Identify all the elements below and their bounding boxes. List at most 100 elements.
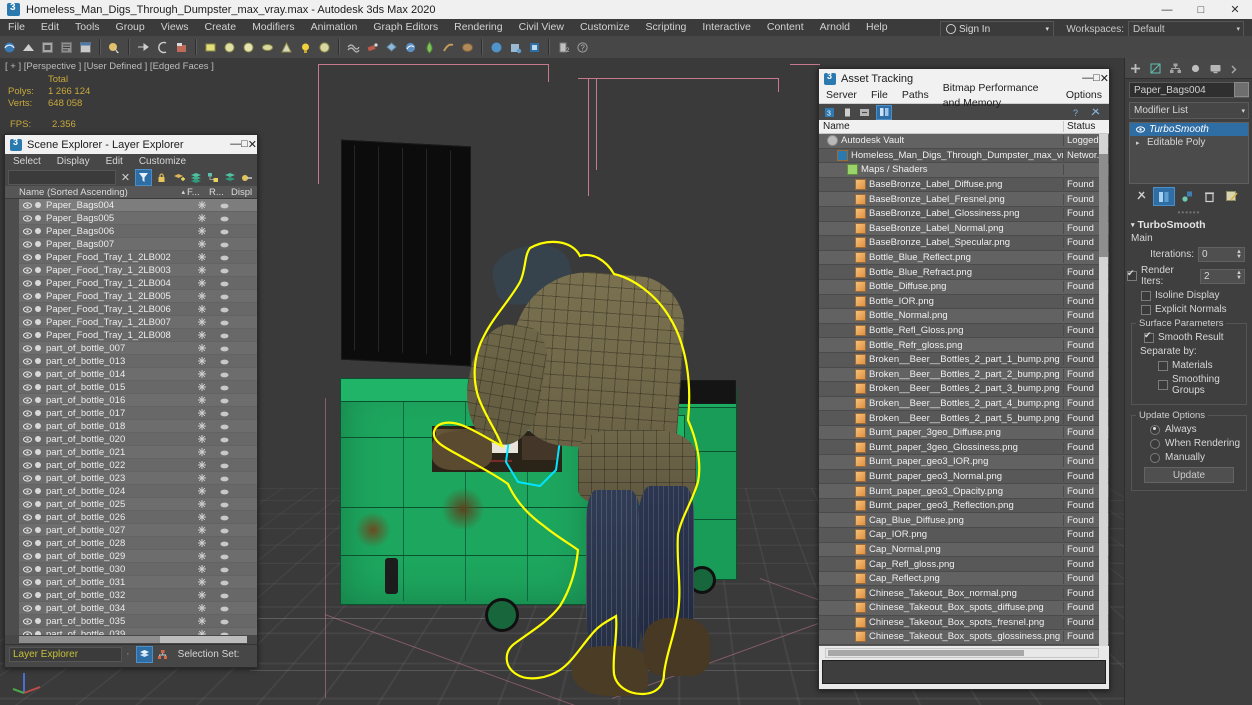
frozen-toggle-icon[interactable] [191,357,213,365]
asset-tracking-horizontal-scrollbar[interactable] [825,648,1099,658]
color-dot-icon[interactable] [35,319,41,325]
eye-icon[interactable] [23,357,32,366]
menu-edit[interactable]: Edit [33,19,67,36]
scene-explorer-row[interactable]: Paper_Food_Tray_1_2LB007 [19,316,257,329]
color-dot-icon[interactable] [35,293,41,299]
scene-explorer-row[interactable]: Paper_Food_Tray_1_2LB006 [19,303,257,316]
eye-icon[interactable] [23,422,32,431]
menu-interactive[interactable]: Interactive [694,19,758,36]
scene-explorer-row[interactable]: part_of_bottle_020 [19,433,257,446]
clear-search-icon[interactable]: ✕ [118,170,133,185]
workspaces-selector[interactable]: Workspaces: Default ▾ [1066,21,1244,37]
render-toggle-icon[interactable] [213,215,235,222]
column-frozen[interactable]: F... [187,187,209,198]
color-dot-icon[interactable] [35,592,41,598]
render-toggle-icon[interactable] [213,592,235,599]
eye-icon[interactable] [23,344,32,353]
smooth-result-row[interactable]: Smooth Result [1136,330,1242,343]
color-dot-icon[interactable] [35,514,41,520]
asset-tracking-row[interactable]: Homeless_Man_Digs_Through_Dumpster_max_v… [819,148,1109,164]
asset-tracking-row[interactable]: Chinese_Takeout_Box_spots_specular.pngFo… [819,644,1109,646]
menu-file[interactable]: File [0,19,33,36]
frozen-toggle-icon[interactable] [191,435,213,443]
at-menu-bitmap-performance[interactable]: Bitmap Performance and Memory [936,81,1059,111]
close-icon[interactable]: ✕ [1100,72,1109,85]
menu-help[interactable]: Help [858,19,896,36]
eye-icon[interactable] [23,201,32,210]
color-dot-icon[interactable] [35,384,41,390]
eye-icon[interactable] [23,240,32,249]
maximize-icon[interactable]: □ [1093,72,1100,85]
maximize-icon[interactable]: □ [1184,0,1218,19]
scene-explorer-row[interactable]: part_of_bottle_007 [19,342,257,355]
asset-tracking-row[interactable]: Bottle_Refl_Gloss.png Found [819,323,1109,339]
frozen-toggle-icon[interactable] [191,266,213,274]
asset-tracking-row[interactable]: Bottle_IOR.png Found [819,294,1109,310]
scene-explorer-row[interactable]: part_of_bottle_030 [19,563,257,576]
scene-explorer-row[interactable]: Paper_Bags005 [19,212,257,225]
asset-tracking-row[interactable]: Broken__Beer__Bottles_2_part_1_bump.png F… [819,352,1109,368]
render-toggle-icon[interactable] [213,280,235,287]
render-iters-checkbox[interactable] [1127,268,1137,281]
render-toggle-icon[interactable] [213,410,235,417]
always-radio[interactable] [1150,424,1160,435]
eye-icon[interactable] [23,253,32,262]
asset-tracking-row[interactable]: Chinese_Takeout_Box_spots_diffuse.png Fou… [819,601,1109,616]
color-dot-icon[interactable] [35,475,41,481]
frozen-toggle-icon[interactable] [191,591,213,599]
layers-icon[interactable] [188,170,203,185]
sort-layers-icon[interactable] [222,170,237,185]
frozen-toggle-icon[interactable] [191,279,213,287]
scene-explorer-row[interactable]: part_of_bottle_024 [19,485,257,498]
render-production-icon[interactable] [507,38,524,56]
asset-tracking-row[interactable]: Burnt_paper_geo3_Opacity.png Found [819,484,1109,499]
scene-explorer-horizontal-scrollbar[interactable] [19,636,247,643]
eye-icon[interactable] [23,214,32,223]
column-name[interactable]: Name (Sorted Ascending) [19,187,181,198]
eye-icon[interactable] [23,305,32,314]
object-name-field[interactable]: Paper_Bags004 [1129,82,1249,98]
smooth-result-checkbox[interactable] [1144,330,1154,343]
undo-icon[interactable] [1,38,18,56]
eye-icon[interactable] [23,474,32,483]
materials-checkbox[interactable] [1158,360,1168,371]
configure-sets-icon[interactable] [1221,188,1241,205]
scene-explorer-row[interactable]: Paper_Food_Tray_1_2LB003 [19,264,257,277]
eye-icon[interactable] [23,227,32,236]
scene-explorer-row[interactable]: part_of_bottle_039 [19,628,257,635]
color-dot-icon[interactable] [35,371,41,377]
isoline-display-row[interactable]: Isoline Display [1127,290,1251,301]
maximize-icon[interactable]: □ [241,138,248,151]
color-dot-icon[interactable] [35,618,41,624]
frozen-toggle-icon[interactable] [191,422,213,430]
asset-tracking-row[interactable]: Cap_IOR.png Found [819,528,1109,543]
filter-icon[interactable] [135,169,152,186]
color-dot-icon[interactable] [35,280,41,286]
column-status[interactable]: Status [1064,121,1109,132]
stack-item-turbosmooth[interactable]: TurboSmooth [1130,123,1248,136]
scene-explorer-row[interactable]: Paper_Food_Tray_1_2LB008 [19,329,257,342]
render-toggle-icon[interactable] [213,345,235,352]
pin-icon[interactable] [1088,106,1102,119]
help-icon[interactable]: ? [1070,106,1084,119]
eye-icon[interactable] [23,435,32,444]
update-button[interactable]: Update [1144,467,1234,483]
scene-explorer-row[interactable]: part_of_bottle_014 [19,368,257,381]
scene-explorer-row[interactable]: part_of_bottle_035 [19,615,257,628]
scene-explorer-row[interactable]: part_of_bottle_015 [19,381,257,394]
scene-explorer-row[interactable]: part_of_bottle_013 [19,355,257,368]
render-toggle-icon[interactable] [213,254,235,261]
render-iters-spinner[interactable]: 2 ▲ ▼ [1200,268,1245,284]
scene-explorer-row[interactable]: Paper_Bags006 [19,225,257,238]
render-toggle-icon[interactable] [213,358,235,365]
scene-explorer-row[interactable]: Paper_Bags004 [19,199,257,212]
color-dot-icon[interactable] [35,423,41,429]
frozen-toggle-icon[interactable] [191,214,213,222]
frozen-toggle-icon[interactable] [191,409,213,417]
eye-icon[interactable] [23,617,32,626]
minimize-icon[interactable]: — [1082,72,1093,85]
frozen-toggle-icon[interactable] [191,448,213,456]
layers-toggle-icon[interactable] [135,645,153,663]
eye-icon[interactable] [23,578,32,587]
color-dot-icon[interactable] [35,241,41,247]
